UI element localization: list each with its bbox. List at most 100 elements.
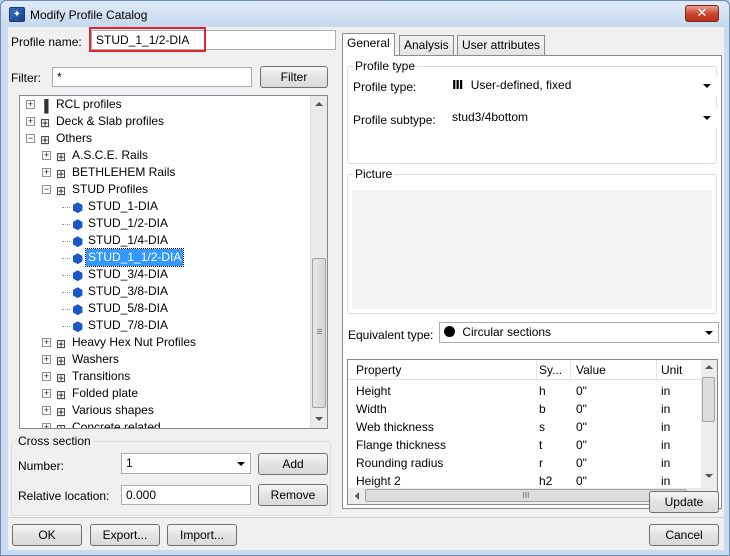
tree-item[interactable]: + ⊞ A.S.C.E. Rails xyxy=(20,147,310,164)
table-row[interactable]: Height 2 h2 0" in xyxy=(348,472,702,490)
cell-value: 0" xyxy=(576,474,587,488)
close-button[interactable]: ✕ xyxy=(685,5,719,22)
tree-item[interactable]: + ⊞ Transitions xyxy=(20,368,310,385)
expand-icon[interactable]: + xyxy=(42,338,51,347)
window-title: Modify Profile Catalog xyxy=(30,8,148,22)
tree-item[interactable]: ⬢ STUD_5/8-DIA xyxy=(20,300,310,317)
remove-button[interactable]: Remove xyxy=(258,484,328,506)
table-row[interactable]: Width b 0" in xyxy=(348,400,702,418)
tree-item-label: Various shapes xyxy=(72,403,154,417)
update-button[interactable]: Update xyxy=(649,491,719,513)
profile-subtype-label: Profile subtype: xyxy=(353,113,436,127)
expand-icon[interactable]: + xyxy=(42,168,51,177)
stud-icon: ⬢ xyxy=(72,234,84,249)
profile-name-input[interactable]: STUD_1_1/2-DIA xyxy=(91,30,336,50)
scroll-up-arrow-icon[interactable] xyxy=(315,102,323,106)
profile-type-group-title: Profile type xyxy=(353,59,418,73)
tree-item[interactable]: + ⊞ Heavy Hex Nut Profiles xyxy=(20,334,310,351)
expand-icon[interactable]: + xyxy=(42,151,51,160)
cross-section-number-select[interactable]: 1 xyxy=(121,453,251,474)
title-bar[interactable]: ✦ Modify Profile Catalog ✕ xyxy=(1,1,729,27)
expand-icon[interactable]: + xyxy=(42,423,51,428)
col-unit[interactable]: Unit xyxy=(661,363,682,377)
cancel-button[interactable]: Cancel xyxy=(649,524,719,546)
col-property[interactable]: Property xyxy=(356,363,401,377)
equivalent-type-select[interactable]: Circular sections xyxy=(439,322,719,343)
modify-profile-catalog-window: ✦ Modify Profile Catalog ✕ Profile name:… xyxy=(0,0,730,556)
table-row[interactable]: Flange thickness t 0" in xyxy=(348,436,702,454)
tree-item[interactable]: ⬢ STUD_3/4-DIA xyxy=(20,266,310,283)
app-icon: ✦ xyxy=(9,7,25,22)
tree-vertical-scrollbar[interactable] xyxy=(310,96,327,428)
tree-item[interactable]: ⬢ STUD_1/4-DIA xyxy=(20,232,310,249)
tree-item[interactable]: + ▐ RCL profiles xyxy=(20,96,310,113)
expand-icon[interactable]: + xyxy=(42,355,51,364)
import-button[interactable]: Import... xyxy=(167,524,237,546)
export-button[interactable]: Export... xyxy=(90,524,160,546)
tree-item[interactable]: + ⊞ Various shapes xyxy=(20,402,310,419)
tab-analysis[interactable]: Analysis xyxy=(399,35,454,55)
tree-item[interactable]: + ⊞ BETHLEHEM Rails xyxy=(20,164,310,181)
cell-symbol: s xyxy=(539,420,545,434)
number-value: 1 xyxy=(126,456,133,470)
tree-item[interactable]: + ⊞ Concrete related xyxy=(20,419,310,428)
cell-property: Height 2 xyxy=(356,474,401,488)
ok-button[interactable]: OK xyxy=(12,524,82,546)
tree-item-label: Others xyxy=(56,131,93,145)
relative-location-input[interactable]: 0.000 xyxy=(121,485,251,505)
tree-item[interactable]: + ⊞ Deck & Slab profiles xyxy=(20,113,310,130)
divider xyxy=(8,517,724,518)
profile-type-select[interactable]: Ⅲ User-defined, fixed xyxy=(447,75,717,96)
filter-button[interactable]: Filter xyxy=(260,66,328,88)
cell-property: Web thickness xyxy=(356,420,434,434)
tab-general[interactable]: General xyxy=(342,33,395,56)
add-button[interactable]: Add xyxy=(258,453,328,475)
col-value[interactable]: Value xyxy=(576,363,606,377)
chevron-down-icon xyxy=(703,116,711,120)
cell-symbol: h xyxy=(539,384,546,398)
collapse-icon[interactable]: − xyxy=(42,185,51,194)
scroll-left-arrow-icon[interactable] xyxy=(355,492,359,500)
grid-hscroll-thumb[interactable]: III xyxy=(365,489,687,502)
col-symbol[interactable]: Sy... xyxy=(539,363,562,377)
grid-scroll-thumb[interactable] xyxy=(702,377,715,422)
grid-vertical-scrollbar[interactable] xyxy=(701,360,717,488)
properties-grid[interactable]: Property Sy... Value Unit III Height h 0… xyxy=(347,359,718,505)
expand-icon[interactable]: + xyxy=(42,389,51,398)
table-row[interactable]: Height h 0" in xyxy=(348,382,702,400)
tree-item[interactable]: − ⊞ STUD Profiles xyxy=(20,181,310,198)
picture-group-title: Picture xyxy=(353,167,395,181)
scroll-up-arrow-icon[interactable] xyxy=(705,365,713,369)
expand-icon[interactable]: + xyxy=(26,117,35,126)
chevron-down-icon xyxy=(237,462,245,466)
tree-item-label: STUD_1_1/2-DIA xyxy=(84,248,185,267)
tree-item[interactable]: + ⊞ Washers xyxy=(20,351,310,368)
tree-item[interactable]: − ⊞ Others xyxy=(20,130,310,147)
tree-item-label: STUD_1-DIA xyxy=(88,199,159,213)
table-row[interactable]: Web thickness s 0" in xyxy=(348,418,702,436)
table-row[interactable]: Rounding radius r 0" in xyxy=(348,454,702,472)
cell-symbol: b xyxy=(539,402,546,416)
tree-item[interactable]: ⬢ STUD_1/2-DIA xyxy=(20,215,310,232)
filter-input[interactable]: * xyxy=(52,67,252,87)
scroll-thumb[interactable] xyxy=(312,258,326,408)
tree-item[interactable]: + ⊞ Folded plate xyxy=(20,385,310,402)
tree-item[interactable]: ⬢ STUD_7/8-DIA xyxy=(20,317,310,334)
tab-user-attributes[interactable]: User attributes xyxy=(457,35,546,55)
scroll-down-arrow-icon[interactable] xyxy=(705,474,713,478)
tree-item-label: STUD_1/2-DIA xyxy=(88,216,169,230)
tree-item[interactable]: ⬢ STUD_3/8-DIA xyxy=(20,283,310,300)
profile-subtype-select[interactable]: stud3/4bottom xyxy=(447,107,717,128)
cross-section-title: Cross section xyxy=(16,434,93,448)
profile-tree[interactable]: + ▐ RCL profiles + ⊞ Deck & Slab profiles − ⊞ Ot… xyxy=(19,95,328,429)
tree-item[interactable]: ⬢ STUD_1-DIA xyxy=(20,198,310,215)
cell-symbol: h2 xyxy=(539,474,553,488)
expand-icon[interactable]: + xyxy=(42,406,51,415)
tree-item[interactable]: ⬢ STUD_1_1/2-DIA xyxy=(20,248,310,267)
scroll-down-arrow-icon[interactable] xyxy=(315,417,323,421)
expand-icon[interactable]: + xyxy=(42,372,51,381)
tree-item-label: Transitions xyxy=(72,369,131,383)
collapse-icon[interactable]: − xyxy=(26,134,35,143)
expand-icon[interactable]: + xyxy=(26,100,35,109)
profile-type-value: User-defined, fixed xyxy=(470,78,572,92)
